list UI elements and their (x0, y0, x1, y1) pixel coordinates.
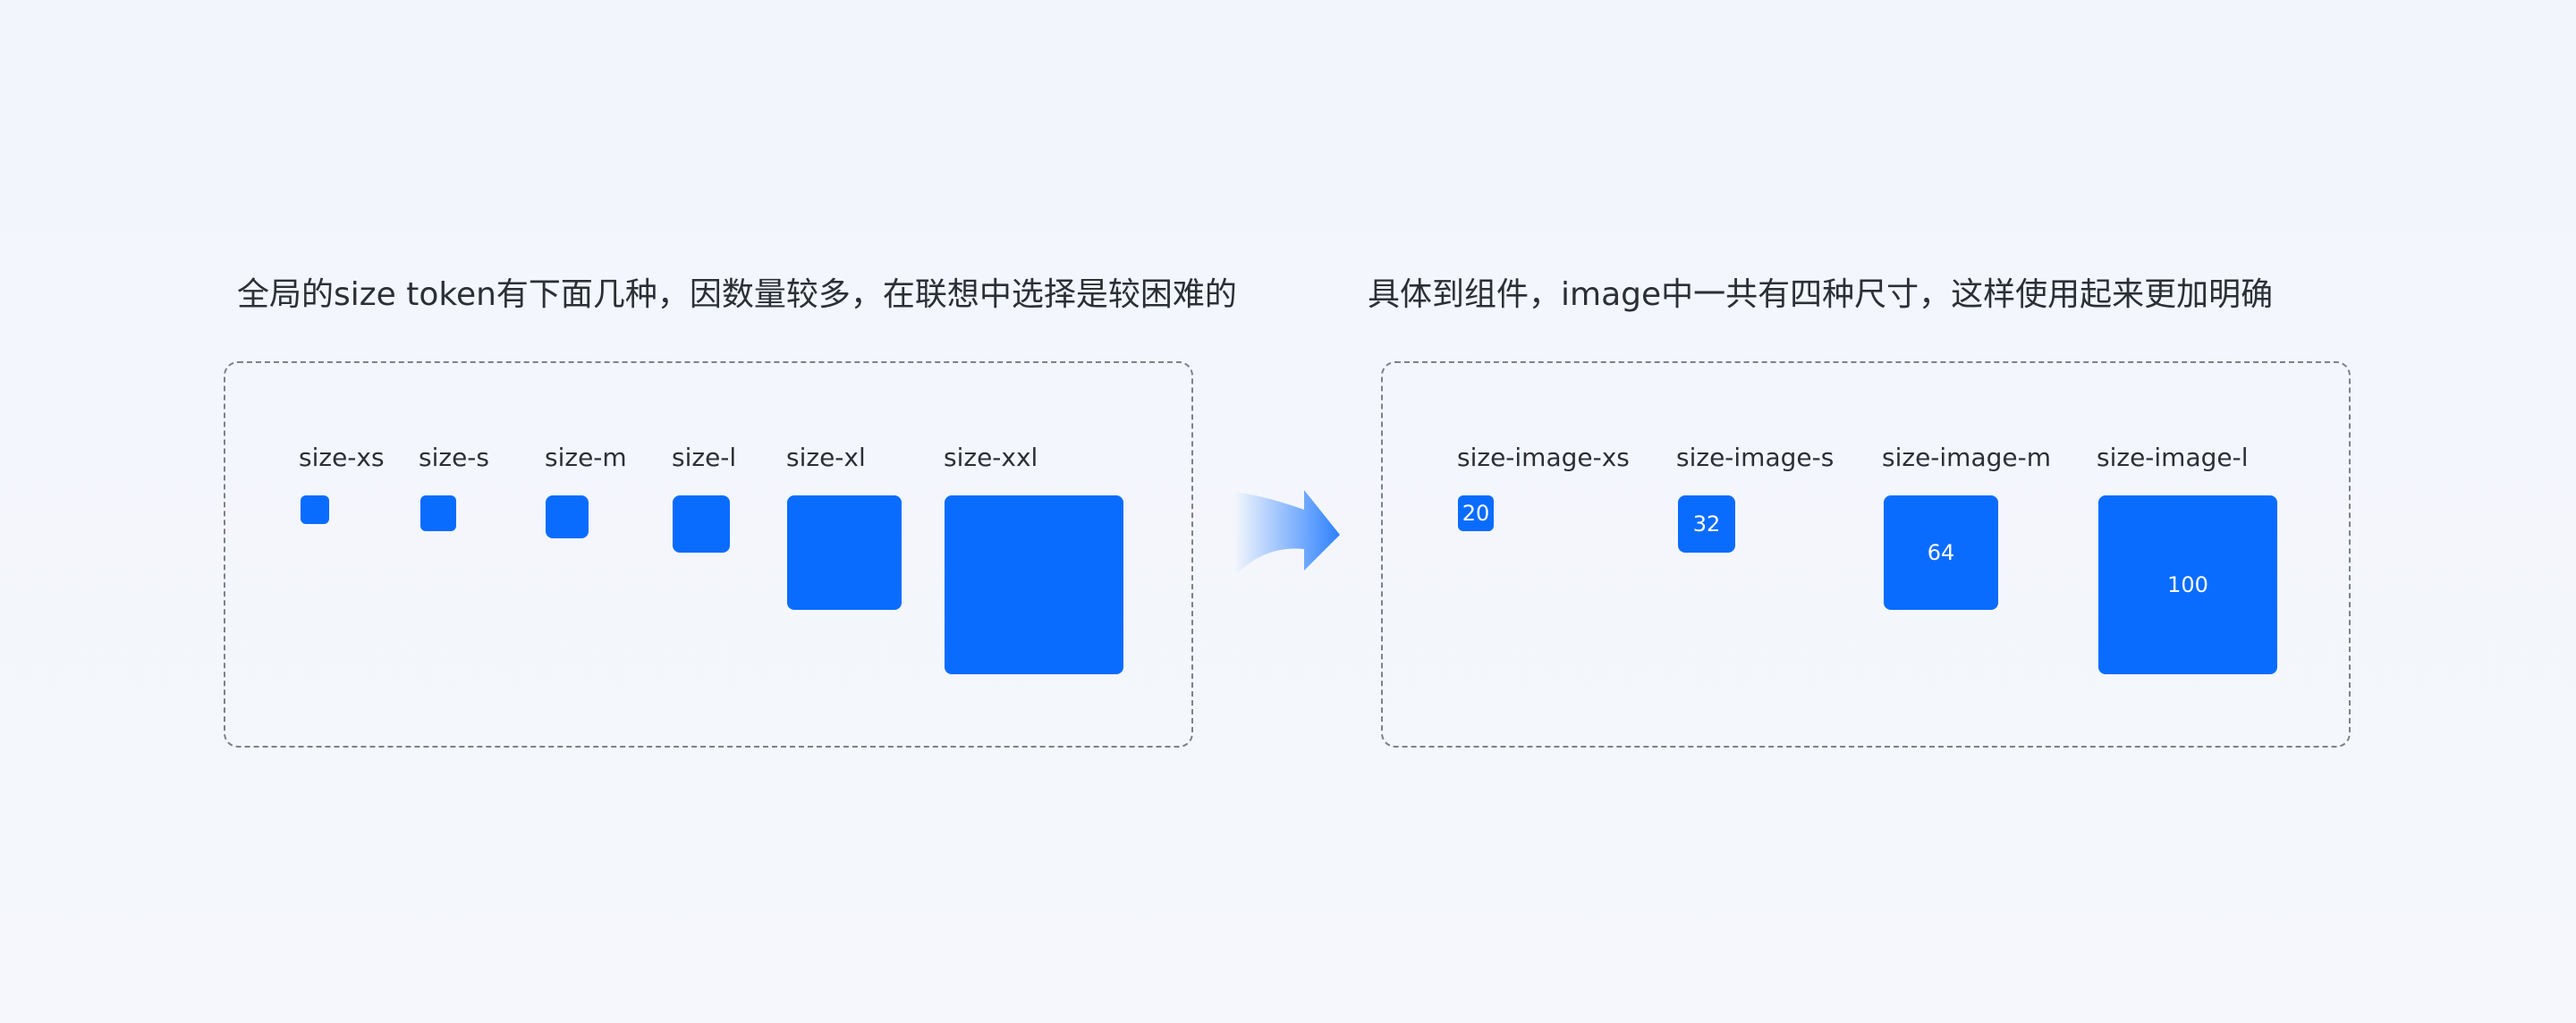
arrow-right-icon (1234, 490, 1340, 576)
swatch-size-xs (301, 495, 329, 524)
token-label: size-image-l (2097, 443, 2249, 472)
token-label: size-image-s (1676, 443, 1835, 472)
token-label: size-image-xs (1457, 443, 1630, 472)
token-size-image-s: size-image-s (1676, 442, 1834, 474)
swatch-size-xxl (945, 495, 1123, 674)
global-size-heading: 全局的size token有下面几种，因数量较多，在联想中选择是较困难的 (237, 276, 1237, 313)
token-size-xxl: size-xxl (944, 442, 1038, 474)
token-size-xl: size-xl (786, 442, 866, 474)
token-size-xs: size-xs (299, 442, 385, 474)
token-size-image-l: size-image-l (2097, 442, 2249, 474)
token-size-image-m: size-image-m (1882, 442, 2051, 474)
swatch-size-l (673, 495, 730, 553)
token-label: size-m (545, 443, 627, 472)
swatch-size-image-l: 100 (2098, 495, 2277, 674)
token-label: size-l (672, 443, 737, 472)
size-value: 100 (2167, 572, 2208, 597)
token-label: size-xxl (944, 443, 1038, 472)
size-value: 32 (1692, 512, 1721, 537)
swatch-size-m (546, 495, 589, 538)
swatch-size-image-s: 32 (1678, 495, 1735, 553)
token-size-image-xs: size-image-xs (1457, 442, 1630, 474)
swatch-size-s (420, 495, 456, 531)
token-label: size-xs (299, 443, 385, 472)
image-size-panel: size-image-xs 20 size-image-s 32 size-im… (1381, 361, 2351, 748)
swatch-size-xl (787, 495, 902, 610)
token-size-l: size-l (672, 442, 736, 474)
swatch-size-image-xs: 20 (1458, 495, 1494, 531)
token-label: size-xl (786, 443, 866, 472)
swatch-size-image-m: 64 (1884, 495, 1998, 610)
size-value: 20 (1462, 501, 1490, 526)
diagram-canvas: 全局的size token有下面几种，因数量较多，在联想中选择是较困难的 siz… (0, 0, 2576, 1023)
token-size-m: size-m (545, 442, 627, 474)
token-label: size-image-m (1882, 443, 2051, 472)
token-label: size-s (419, 443, 489, 472)
global-size-panel: size-xs size-s size-m size-l size-xl siz… (224, 361, 1193, 748)
token-size-s: size-s (419, 442, 489, 474)
size-value: 64 (1927, 540, 1955, 565)
image-size-heading: 具体到组件，image中一共有四种尺寸，这样使用起来更加明确 (1368, 276, 2274, 313)
